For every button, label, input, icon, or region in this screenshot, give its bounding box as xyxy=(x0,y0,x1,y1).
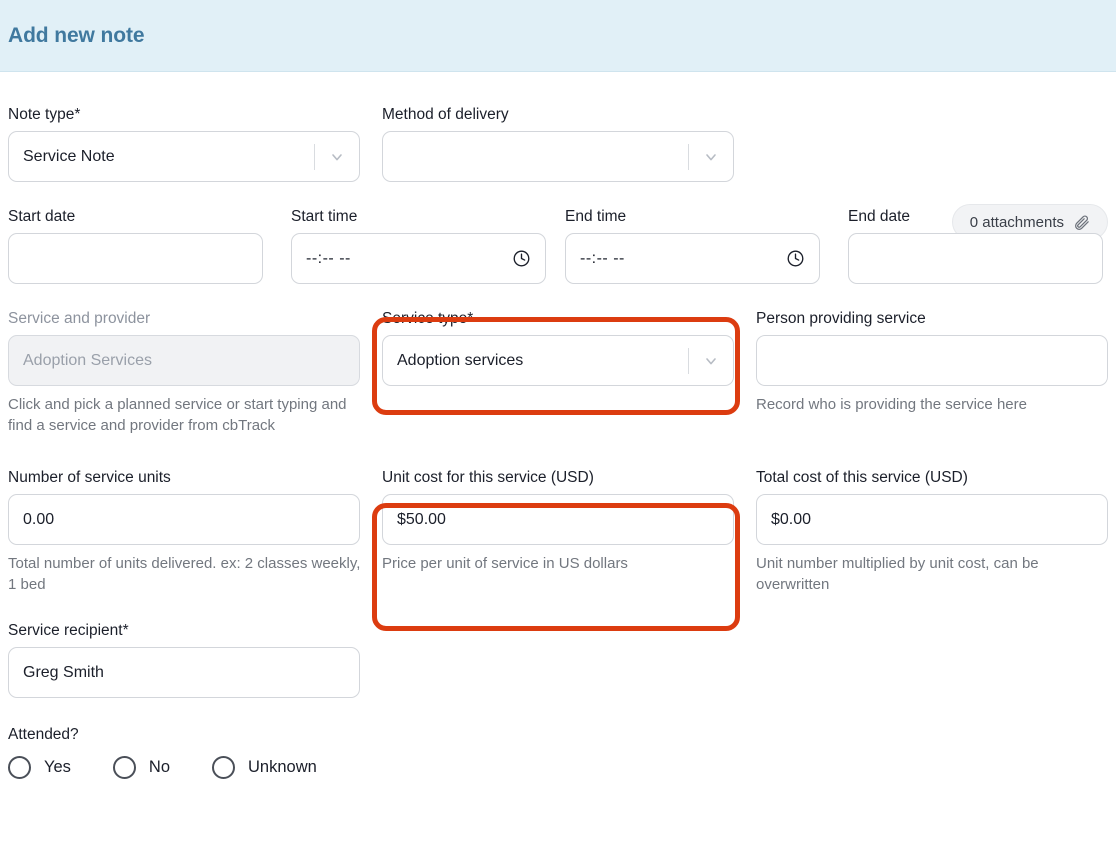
method-of-delivery-label: Method of delivery xyxy=(382,106,509,123)
select-divider xyxy=(314,143,315,170)
clock-icon[interactable] xyxy=(786,249,805,268)
field-service-type: Service type* Adoption services xyxy=(382,310,734,436)
field-service-and-provider: Service and provider Adoption Services C… xyxy=(8,310,360,436)
field-note-type: Note type* Service Note xyxy=(8,106,360,182)
service-type-select[interactable]: Adoption services xyxy=(382,335,734,386)
attended-label: Attended? xyxy=(8,726,79,743)
start-date-input[interactable] xyxy=(8,233,263,284)
attended-radio-group: Yes No Unknown xyxy=(8,756,1108,779)
field-unit-cost: Unit cost for this service (USD) $50.00 … xyxy=(382,469,734,595)
attended-option-yes[interactable]: Yes xyxy=(8,756,71,779)
page-header: Add new note xyxy=(0,0,1116,72)
field-end-time: End time --:-- -- xyxy=(565,208,820,284)
person-providing-service-input[interactable] xyxy=(756,335,1108,386)
end-time-value: --:-- -- xyxy=(580,249,625,267)
field-service-recipient: Service recipient* Greg Smith xyxy=(8,622,360,698)
attended-option-unknown[interactable]: Unknown xyxy=(212,756,317,779)
note-type-select[interactable]: Service Note xyxy=(8,131,360,182)
start-time-value: --:-- -- xyxy=(306,249,351,267)
service-type-label: Service type* xyxy=(382,310,474,327)
note-type-value: Service Note xyxy=(23,147,115,165)
unit-cost-value: $50.00 xyxy=(397,510,446,528)
service-and-provider-input: Adoption Services xyxy=(8,335,360,386)
attended-option-label: Yes xyxy=(44,758,71,776)
number-of-service-units-input[interactable]: 0.00 xyxy=(8,494,360,545)
select-divider xyxy=(688,143,689,170)
total-cost-input[interactable]: $0.00 xyxy=(756,494,1108,545)
service-recipient-value: Greg Smith xyxy=(23,663,104,681)
end-time-input[interactable]: --:-- -- xyxy=(565,233,820,284)
start-date-label: Start date xyxy=(8,208,76,225)
field-number-of-service-units: Number of service units 0.00 Total numbe… xyxy=(8,469,360,595)
unit-cost-label: Unit cost for this service (USD) xyxy=(382,469,594,486)
page-title: Add new note xyxy=(8,23,145,47)
total-cost-label: Total cost of this service (USD) xyxy=(756,469,968,486)
attended-option-label: No xyxy=(148,758,171,776)
end-date-label: End date xyxy=(848,208,911,225)
service-and-provider-help: Click and pick a planned service or star… xyxy=(8,396,347,434)
clock-icon[interactable] xyxy=(512,249,531,268)
attended-option-no[interactable]: No xyxy=(112,756,171,779)
unit-cost-help: Price per unit of service in US dollars xyxy=(382,555,628,572)
end-time-label: End time xyxy=(565,208,627,225)
radio-icon[interactable] xyxy=(8,756,31,779)
service-recipient-input[interactable]: Greg Smith xyxy=(8,647,360,698)
attended-option-label: Unknown xyxy=(248,758,317,776)
number-of-service-units-value: 0.00 xyxy=(23,510,55,528)
radio-icon[interactable] xyxy=(212,756,236,779)
service-and-provider-placeholder: Adoption Services xyxy=(23,351,152,369)
field-total-cost: Total cost of this service (USD) $0.00 U… xyxy=(756,469,1108,595)
required-marker: * xyxy=(122,622,129,639)
number-of-service-units-help: Total number of units delivered. ex: 2 c… xyxy=(8,555,361,593)
radio-icon[interactable] xyxy=(112,756,136,779)
field-start-time: Start time --:-- -- xyxy=(291,208,546,284)
field-start-date: Start date xyxy=(8,208,263,284)
unit-cost-input[interactable]: $50.00 xyxy=(382,494,734,545)
end-date-input[interactable] xyxy=(848,233,1103,284)
service-recipient-label: Service recipient* xyxy=(8,622,129,639)
chevron-down-icon[interactable] xyxy=(703,353,719,369)
total-cost-help: Unit number multiplied by unit cost, can… xyxy=(756,555,1039,593)
add-note-form: 0 attachments Note type* Service Note Me… xyxy=(0,106,1116,779)
select-divider xyxy=(688,347,689,374)
note-type-label: Note type* xyxy=(8,106,81,123)
field-person-providing-service: Person providing service Record who is p… xyxy=(756,310,1108,436)
field-attended: Attended? Yes No Unknown xyxy=(8,726,1108,779)
service-and-provider-label: Service and provider xyxy=(8,310,151,327)
field-end-date: End date xyxy=(848,208,1103,284)
person-providing-service-label: Person providing service xyxy=(756,310,926,327)
chevron-down-icon[interactable] xyxy=(329,149,345,165)
total-cost-value: $0.00 xyxy=(771,510,812,528)
required-marker: * xyxy=(467,310,474,327)
start-time-input[interactable]: --:-- -- xyxy=(291,233,546,284)
chevron-down-icon[interactable] xyxy=(703,149,719,165)
start-time-label: Start time xyxy=(291,208,358,225)
number-of-service-units-label: Number of service units xyxy=(8,469,171,486)
method-of-delivery-select[interactable] xyxy=(382,131,734,182)
person-providing-service-help: Record who is providing the service here xyxy=(756,396,1027,413)
required-marker: * xyxy=(74,106,81,123)
field-method-of-delivery: Method of delivery xyxy=(382,106,734,182)
service-type-value: Adoption services xyxy=(397,351,524,369)
